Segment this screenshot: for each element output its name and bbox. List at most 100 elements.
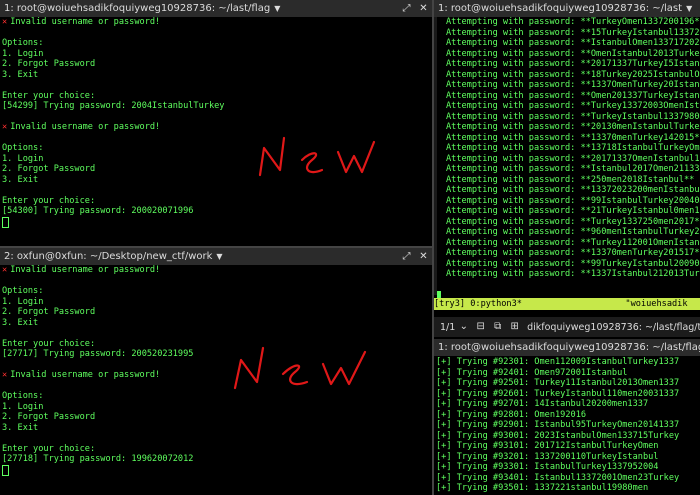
pane-titlebar[interactable]: 2: oxfun@0xfun: ~/Desktop/new_ctf/work ▼ …: [0, 248, 432, 265]
terminal-line-text: 1. Login: [2, 296, 44, 307]
terminal-line: Attempting with password: **Turkey112001…: [446, 237, 700, 248]
pane-titlebar[interactable]: 1: root@woiuehsadikfoquiyweg10928736: ~/…: [434, 0, 700, 17]
terminal-line: [+] Trying #93201: 1337200110TurkeyIstan…: [436, 451, 659, 462]
terminal-line-text: Options:: [2, 391, 44, 401]
terminal-line-text: 2. Forgot Password: [2, 164, 96, 174]
terminal-line: Attempting with password: **20171337Turk…: [446, 59, 700, 69]
terminal-line: Options:: [2, 391, 432, 402]
maximize-icon[interactable]: ⤢: [402, 4, 411, 14]
terminal-line-text: 3. Exit: [2, 174, 39, 185]
terminal-line-text: Enter your choice:: [2, 90, 96, 101]
terminal-line: 1. Login: [2, 154, 432, 165]
terminal-line: [54300] Trying password: 200020071996: [2, 206, 432, 217]
terminal-pane-right-bottom[interactable]: 1/1 ⌄ ⊟ ⧉ ⊞ dikfoquiyweg10928736: ~/last…: [434, 313, 700, 495]
terminal-line: Options:: [2, 286, 432, 297]
terminal-line: Attempting with password: **TurkeyIstanb…: [446, 111, 700, 122]
terminal-line-text: [54299] Trying password: 2004IstanbulTur…: [2, 101, 225, 111]
tab-counter[interactable]: 1/1: [440, 322, 455, 333]
terminal-pane-left-bottom[interactable]: 2: oxfun@0xfun: ~/Desktop/new_ctf/work ▼ …: [0, 248, 432, 495]
chevron-down-icon[interactable]: ▼: [686, 0, 692, 17]
terminal-line: Enter your choice:: [2, 91, 432, 102]
terminal-line: Attempting with password: **13372023200m…: [446, 185, 700, 195]
tmux-status-bar: [try3] 0:python3* "woiuehsadik: [434, 298, 700, 310]
terminal-line: Attempting with password: **99TurkeyIsta…: [446, 258, 700, 269]
chevron-down-icon[interactable]: ▼: [274, 0, 280, 17]
terminal-line: 2. Forgot Password: [2, 307, 432, 318]
terminal-line-text: Enter your choice:: [2, 338, 96, 349]
terminal-line-text: 1. Login: [2, 48, 44, 59]
terminal-line: Attempting with password: **1337OmenTurk…: [446, 80, 700, 90]
terminal-output[interactable]: ✕ Invalid username or password! Options: 1.…: [2, 265, 432, 495]
terminal-line-text: [27718] Trying password: 199620072012: [2, 454, 194, 464]
terminal-line: Options:: [2, 38, 432, 49]
cursor-block: [437, 291, 441, 298]
terminal-line: Attempting with password: **IstanbulOmen…: [446, 38, 700, 48]
terminal-line-text: 1. Login: [2, 153, 44, 164]
terminal-line: Attempting with password: **Istanbul2017…: [446, 164, 700, 174]
horizontal-divider[interactable]: [0, 246, 432, 248]
terminal-line: Options:: [2, 143, 432, 154]
terminal-line: Attempting with password: **250men2018Is…: [446, 174, 695, 185]
terminal-output[interactable]: Attempting with password: **TurkeyOmen13…: [446, 17, 700, 291]
error-x-icon: ✕: [2, 370, 8, 380]
terminal-line: Attempting with password: **1337Istanbul…: [446, 269, 700, 279]
terminal-line: [+] Trying #93001: 2023IstanbulOmen13371…: [436, 430, 680, 441]
pane-titlebar[interactable]: 1: root@woiuehsadikfoquiyweg10928736: ~/…: [434, 339, 700, 356]
cursor-block: [2, 216, 9, 228]
terminal-pane-right-top[interactable]: 1: root@woiuehsadikfoquiyweg10928736: ~/…: [434, 0, 700, 313]
terminal-output[interactable]: ✕ Invalid username or password! Options: 1.…: [2, 17, 432, 246]
scrollbar-track[interactable]: [434, 17, 437, 295]
tab-title[interactable]: dikfoquiyweg10928736: ~/last/flag/try: [527, 322, 700, 333]
error-x-icon: ✕: [2, 265, 8, 275]
terminal-line: Attempting with password: **20171337Omen…: [446, 153, 700, 164]
terminal-line: 2. Forgot Password: [2, 412, 432, 423]
split-pane-icon[interactable]: ⊟: [472, 318, 489, 336]
terminal-line: Attempting with password: **Turkey133725…: [446, 216, 700, 227]
pane-titlebar[interactable]: 1: root@woiuehsadikfoquiyweg10928736: ~/…: [0, 0, 432, 17]
terminal-line-text: Options:: [2, 38, 44, 48]
chevron-down-icon[interactable]: ⌄: [455, 318, 472, 336]
terminal-line: 2. Forgot Password: [2, 164, 432, 175]
terminal-line-text: Enter your choice:: [2, 195, 96, 206]
tab-menu-icon[interactable]: ⊞: [506, 318, 523, 336]
pane-title: 1: root@woiuehsadikfoquiyweg10928736: ~/…: [438, 342, 700, 353]
terminal-line-text: Invalid username or password!: [10, 122, 161, 132]
terminal-line-text: Invalid username or password!: [10, 17, 161, 27]
terminal-line: [+] Trying #92801: Omen192016: [436, 409, 587, 420]
terminal-line: 2. Forgot Password: [2, 59, 432, 70]
terminal-line: Enter your choice:: [2, 444, 432, 455]
chevron-down-icon[interactable]: ▼: [216, 248, 222, 265]
terminal-pane-left-top[interactable]: 1: root@woiuehsadikfoquiyweg10928736: ~/…: [0, 0, 432, 246]
terminal-line: [2, 216, 432, 228]
terminal-line: [+] Trying #93301: IstanbulTurkey1337952…: [436, 462, 659, 472]
tab-toolbar[interactable]: 1/1 ⌄ ⊟ ⧉ ⊞ dikfoquiyweg10928736: ~/last…: [434, 317, 700, 337]
terminal-line: Attempting with password: **21TurkeyIsta…: [446, 206, 700, 216]
terminal-line-text: Options:: [2, 143, 44, 153]
terminal-line-text: Enter your choice:: [2, 443, 96, 454]
new-tab-icon[interactable]: ⧉: [489, 318, 506, 336]
error-x-icon: ✕: [2, 122, 8, 132]
terminal-line: [+] Trying #92701: 14Istanbul20200men133…: [436, 399, 649, 409]
terminal-line-text: 2. Forgot Password: [2, 59, 96, 69]
terminal-output[interactable]: [+] Trying #92301: Omen112009IstanbulTur…: [436, 357, 700, 495]
close-icon[interactable]: ✕: [419, 4, 428, 14]
terminal-line-text: 3. Exit: [2, 422, 39, 433]
maximize-icon[interactable]: ⤢: [402, 252, 411, 262]
close-icon[interactable]: ✕: [419, 252, 428, 262]
terminal-line: [+] Trying #92501: Turkey11Istanbul2013O…: [436, 378, 680, 388]
terminal-line-text: 1. Login: [2, 401, 44, 412]
terminal-line: [2, 464, 432, 476]
terminal-line: ✕ Invalid username or password!: [2, 265, 432, 276]
terminal-line: Attempting with password: **Turkey133720…: [446, 101, 700, 111]
pane-title: 1: root@woiuehsadikfoquiyweg10928736: ~/…: [438, 3, 683, 14]
terminal-line: [+] Trying #92401: Omen972001Istanbul: [436, 367, 628, 378]
terminal-line: Attempting with password: **18Turkey2025…: [446, 69, 700, 80]
terminal-line-text: Invalid username or password!: [10, 370, 161, 380]
